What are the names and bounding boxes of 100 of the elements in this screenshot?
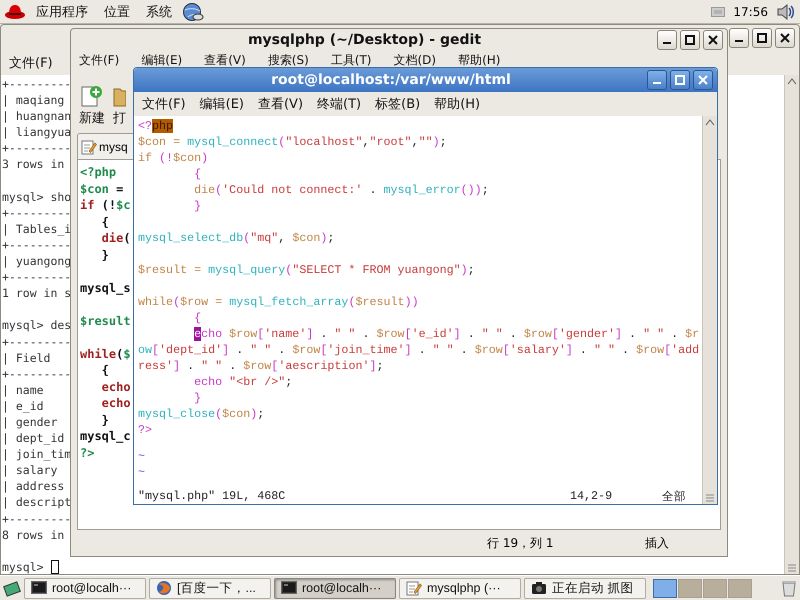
globe-mouse-icon[interactable] xyxy=(182,2,204,22)
terminal-line: +--------- xyxy=(2,366,72,382)
code-line: ?> xyxy=(138,423,152,437)
terminal-line: | Tables_i xyxy=(2,220,72,237)
close-button[interactable] xyxy=(703,30,723,50)
terminal-line: +--------- xyxy=(2,236,72,254)
window-title: mysqlphp (~/Desktop) - gedit xyxy=(246,32,482,48)
menu-item[interactable]: 工具(T) xyxy=(330,52,372,68)
close-icon xyxy=(708,35,718,45)
close-button[interactable] xyxy=(775,28,795,48)
code-line: mysql_close($con); xyxy=(138,407,264,421)
empty-line-marker: ~ xyxy=(138,449,146,463)
terminal-line: 3 rows in xyxy=(2,156,64,173)
code-line: if (!$c xyxy=(80,198,131,212)
maximize-icon xyxy=(757,33,767,43)
code-line: $con = mysql_connect("localhost","root",""); xyxy=(138,135,447,149)
cursor-position: 14,2-9 xyxy=(570,489,614,503)
code-line: $result = mysql_query("SELECT * FROM yuangong"); xyxy=(138,263,475,277)
menu-item[interactable]: 编辑(E) xyxy=(141,52,182,68)
workspace-switcher-cell[interactable] xyxy=(653,578,677,598)
cursor-position: 行 19，列 1 xyxy=(487,534,555,552)
notepad-pencil-icon xyxy=(81,138,97,154)
code-line: die('Could not connect:' . mysql_error()); xyxy=(193,183,489,197)
empty-line-marker: ~ xyxy=(138,465,146,479)
terminal-line: +--------- xyxy=(2,76,72,92)
clock[interactable]: 17:56 xyxy=(729,4,772,18)
document-tab[interactable]: mysq xyxy=(77,133,133,159)
menu-item[interactable]: 文件(F) xyxy=(79,52,120,68)
terminal-line: | e_id xyxy=(2,398,44,414)
terminal-line: | dept_id xyxy=(2,430,64,446)
maximize-button[interactable] xyxy=(752,28,772,48)
globe-fox-icon xyxy=(156,580,172,596)
show-desktop-button[interactable] xyxy=(3,579,21,597)
taskbar-task[interactable]: mysqlphp (··· xyxy=(399,578,521,598)
terminal-line: | huangnan xyxy=(2,108,72,124)
menu-item[interactable]: 文件(F) xyxy=(9,54,53,72)
taskbar-task[interactable]: root@localh··· xyxy=(274,578,396,598)
terminal-line: +--------- xyxy=(2,140,72,156)
panel-menu[interactable]: 系统 xyxy=(140,0,178,22)
terminal-line: | yuangong xyxy=(2,253,72,270)
window-title: root@localhost:/var/www/html xyxy=(270,72,512,88)
code-line: ow['dept_id'] . " " . $row['join_time'] . " " . $row['salary'] . " " . $row['add xyxy=(138,343,700,357)
minimize-button[interactable] xyxy=(729,28,749,48)
code-line: echo $row['name'] . " " . $row['e_id'] . " " . $row['gender'] . " " . $r xyxy=(193,327,700,341)
code-line: } xyxy=(193,199,202,213)
menu-item[interactable]: 帮助(H) xyxy=(458,52,500,68)
code-line: ?> xyxy=(80,446,94,460)
menu-item[interactable]: 编辑(E) xyxy=(200,95,244,113)
terminal-line: 8 rows in xyxy=(2,526,64,543)
menu-item[interactable]: 文档(D) xyxy=(393,52,436,68)
menu-item[interactable]: 标签(B) xyxy=(375,95,420,113)
maximize-icon xyxy=(675,75,685,85)
taskbar-task[interactable]: root@localh··· xyxy=(24,578,146,598)
toolbar-button[interactable]: 新建 xyxy=(79,85,105,127)
toolbar-button[interactable]: 打 xyxy=(113,85,126,127)
camera-icon xyxy=(531,581,547,595)
taskbar-task[interactable]: [百度一下，... xyxy=(149,578,271,598)
terminal-line: +--------- xyxy=(2,204,72,221)
panel-menu[interactable]: 应用程序 xyxy=(30,0,94,22)
insert-mode: 插入 xyxy=(645,534,670,552)
maximize-icon xyxy=(685,35,695,45)
code-line: { xyxy=(193,311,202,325)
new-document-icon xyxy=(81,85,103,107)
code-line: echo "<br />"; xyxy=(193,375,292,389)
terminal-icon xyxy=(281,581,297,595)
text-cursor xyxy=(50,560,59,574)
panel-menu[interactable]: 位置 xyxy=(98,0,136,22)
maximize-button[interactable] xyxy=(670,70,690,90)
menu-item[interactable]: 查看(V) xyxy=(258,95,304,113)
hat-logo-icon[interactable] xyxy=(4,2,26,20)
close-icon xyxy=(698,75,708,85)
menu-item[interactable]: 文件(F) xyxy=(142,95,186,113)
scroll-position: 全部 xyxy=(662,488,687,504)
menu-item[interactable]: 帮助(H) xyxy=(434,95,480,113)
taskbar-task[interactable]: 正在启动 抓图 xyxy=(524,578,646,598)
workspace-switcher-cell[interactable] xyxy=(728,578,752,598)
code-line: $result xyxy=(80,314,131,328)
menu-item[interactable]: 终端(T) xyxy=(317,95,362,113)
code-line: <?php xyxy=(138,119,174,133)
maximize-button[interactable] xyxy=(680,30,700,50)
scrollbar[interactable] xyxy=(784,75,799,574)
scrollbar[interactable] xyxy=(702,116,717,504)
trash-icon[interactable] xyxy=(781,579,797,597)
scroll-thumb-grip-icon xyxy=(787,564,797,572)
terminal-line: mysql> des xyxy=(2,317,72,334)
speaker-icon[interactable] xyxy=(776,2,796,20)
code-line: mysql_s xyxy=(80,280,131,295)
menu-item[interactable]: 搜索(S) xyxy=(268,52,309,68)
code-line: { xyxy=(100,214,109,229)
close-button[interactable] xyxy=(693,70,713,90)
workspace-switcher-cell[interactable] xyxy=(678,578,702,598)
code-line: ress'] . " " . $row['aescription']; xyxy=(138,359,384,373)
minimize-button[interactable] xyxy=(647,70,667,90)
workspace-switcher-cell[interactable] xyxy=(703,578,727,598)
minimize-button[interactable] xyxy=(657,30,677,50)
menu-item[interactable]: 查看(V) xyxy=(204,52,246,68)
terminal-line: | join_tim xyxy=(2,446,72,462)
terminal-line: +--------- xyxy=(2,269,72,286)
code-line: mysql_c xyxy=(80,429,131,444)
code-line: echo xyxy=(100,380,131,394)
